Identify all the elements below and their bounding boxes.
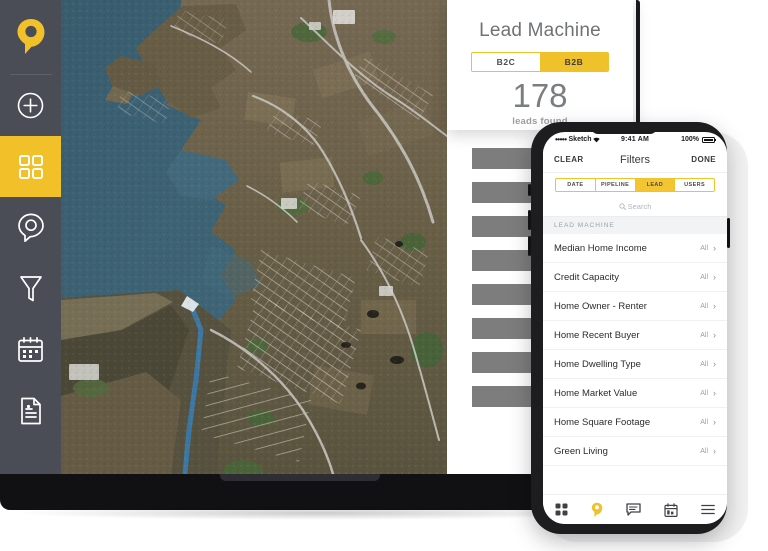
list-item-value: All [700, 389, 708, 397]
phone-screen-title: Filters [620, 153, 650, 166]
clock: 9:41 AM [621, 136, 649, 143]
section-header: LEAD MACHINE [543, 217, 727, 234]
list-item[interactable]: Home Dwelling Type All › [543, 350, 727, 379]
document-icon [20, 397, 41, 424]
menu-icon [701, 504, 716, 515]
chevron-right-icon: › [713, 329, 716, 340]
filter-tabs-group: DATE PIPELINE LEAD USERS [555, 178, 715, 192]
tab-users[interactable]: USERS [675, 179, 714, 191]
app-sidebar [0, 0, 61, 474]
list-item-value: All [700, 244, 708, 252]
battery-percent: 100% [681, 136, 699, 143]
laptop-base-notch [220, 474, 380, 481]
chevron-right-icon: › [713, 416, 716, 427]
list-item-value: All [700, 360, 708, 368]
phone-notch [591, 126, 657, 134]
plus-circle-icon [17, 92, 44, 119]
chevron-right-icon: › [713, 358, 716, 369]
tabbar-item-map[interactable] [591, 502, 603, 518]
tabbar-item-calendar[interactable] [664, 502, 678, 517]
map-pin-logo-icon [17, 19, 44, 54]
page-title: Lead Machine [479, 20, 601, 41]
tab-pipeline[interactable]: PIPELINE [595, 179, 636, 191]
grid-icon [555, 503, 568, 516]
chevron-right-icon: › [713, 242, 716, 253]
list-item[interactable]: Home Owner - Renter All › [543, 292, 727, 321]
status-right: 100% [662, 136, 717, 143]
sidebar-item-add[interactable] [0, 75, 61, 136]
list-item-label: Green Living [554, 445, 608, 457]
list-item-label: Home Recent Buyer [554, 329, 640, 341]
sidebar-item-calendar[interactable] [0, 319, 61, 380]
list-item-value: All [700, 273, 708, 281]
tabbar-item-messages[interactable] [626, 503, 641, 516]
audience-toggle[interactable]: B2C B2B [471, 52, 609, 72]
list-item[interactable]: Home Recent Buyer All › [543, 321, 727, 350]
list-item[interactable]: Home Square Footage All › [543, 408, 727, 437]
signal-dots-icon: ••••• [555, 135, 567, 144]
done-button[interactable]: DONE [672, 155, 716, 164]
list-item-label: Home Market Value [554, 387, 638, 399]
status-left: ••••• Sketch [555, 135, 608, 144]
toggle-option-b2c[interactable]: B2C [472, 53, 540, 71]
list-item[interactable]: Green Living All › [543, 437, 727, 466]
chevron-right-icon: › [713, 445, 716, 456]
chevron-right-icon: › [713, 387, 716, 398]
filter-tabs: DATE PIPELINE LEAD USERS [543, 173, 727, 197]
list-item-label: Median Home Income [554, 242, 647, 254]
chevron-right-icon: › [713, 300, 716, 311]
sidebar-item-reports[interactable] [0, 380, 61, 441]
list-item[interactable]: Home Market Value All › [543, 379, 727, 408]
list-item[interactable]: Credit Capacity All › [543, 263, 727, 292]
list-item-label: Home Owner - Renter [554, 300, 647, 312]
calendar-icon [664, 502, 678, 517]
list-item-label: Home Dwelling Type [554, 358, 641, 370]
search-bar[interactable]: Search [543, 197, 727, 217]
grid-icon [18, 154, 43, 179]
sidebar-item-map[interactable] [0, 197, 61, 258]
map-pin-icon [17, 213, 44, 242]
search-icon [618, 203, 626, 210]
list-item-label: Home Square Footage [554, 416, 651, 428]
lead-machine-card: Lead Machine B2C B2B 178 leads found [447, 0, 633, 130]
list-item-value: All [700, 447, 708, 455]
sidebar-item-filter[interactable] [0, 258, 61, 319]
battery-icon [701, 136, 717, 143]
list-item-value: All [700, 331, 708, 339]
chat-icon [626, 503, 641, 516]
funnel-icon [19, 275, 42, 301]
wifi-icon [593, 137, 601, 142]
list-item-value: All [700, 302, 708, 310]
toggle-option-b2b[interactable]: B2B [540, 53, 608, 71]
calendar-icon [18, 336, 43, 362]
sidebar-item-dashboard[interactable] [0, 136, 61, 197]
clear-button[interactable]: CLEAR [554, 155, 598, 164]
status-bar: ••••• Sketch 9:41 AM 100% [543, 132, 727, 147]
phone-mockup: ••••• Sketch 9:41 AM 100% CLEAR Filters … [525, 118, 748, 543]
list-item-label: Credit Capacity [554, 271, 619, 283]
list-item-value: All [700, 418, 708, 426]
tabbar-item-menu[interactable] [701, 504, 716, 515]
phone-power-button[interactable] [727, 218, 730, 248]
lead-count: 178 [512, 77, 568, 114]
tab-date[interactable]: DATE [556, 179, 596, 191]
satellite-map[interactable] [61, 0, 447, 474]
search-placeholder: Search [627, 202, 652, 211]
tabbar-item-dashboard[interactable] [555, 503, 568, 516]
map-pin-icon [591, 502, 602, 517]
map-imagery [61, 0, 447, 474]
app-logo [0, 0, 61, 74]
phone-tabbar [543, 494, 727, 524]
chevron-right-icon: › [713, 271, 716, 282]
phone-navbar: CLEAR Filters DONE [543, 147, 727, 173]
carrier-label: Sketch [568, 136, 592, 143]
phone-frame: ••••• Sketch 9:41 AM 100% CLEAR Filters … [531, 122, 727, 534]
phone-screen: ••••• Sketch 9:41 AM 100% CLEAR Filters … [543, 132, 727, 524]
list-item[interactable]: Median Home Income All › [543, 234, 727, 263]
tab-lead[interactable]: LEAD [635, 179, 676, 191]
